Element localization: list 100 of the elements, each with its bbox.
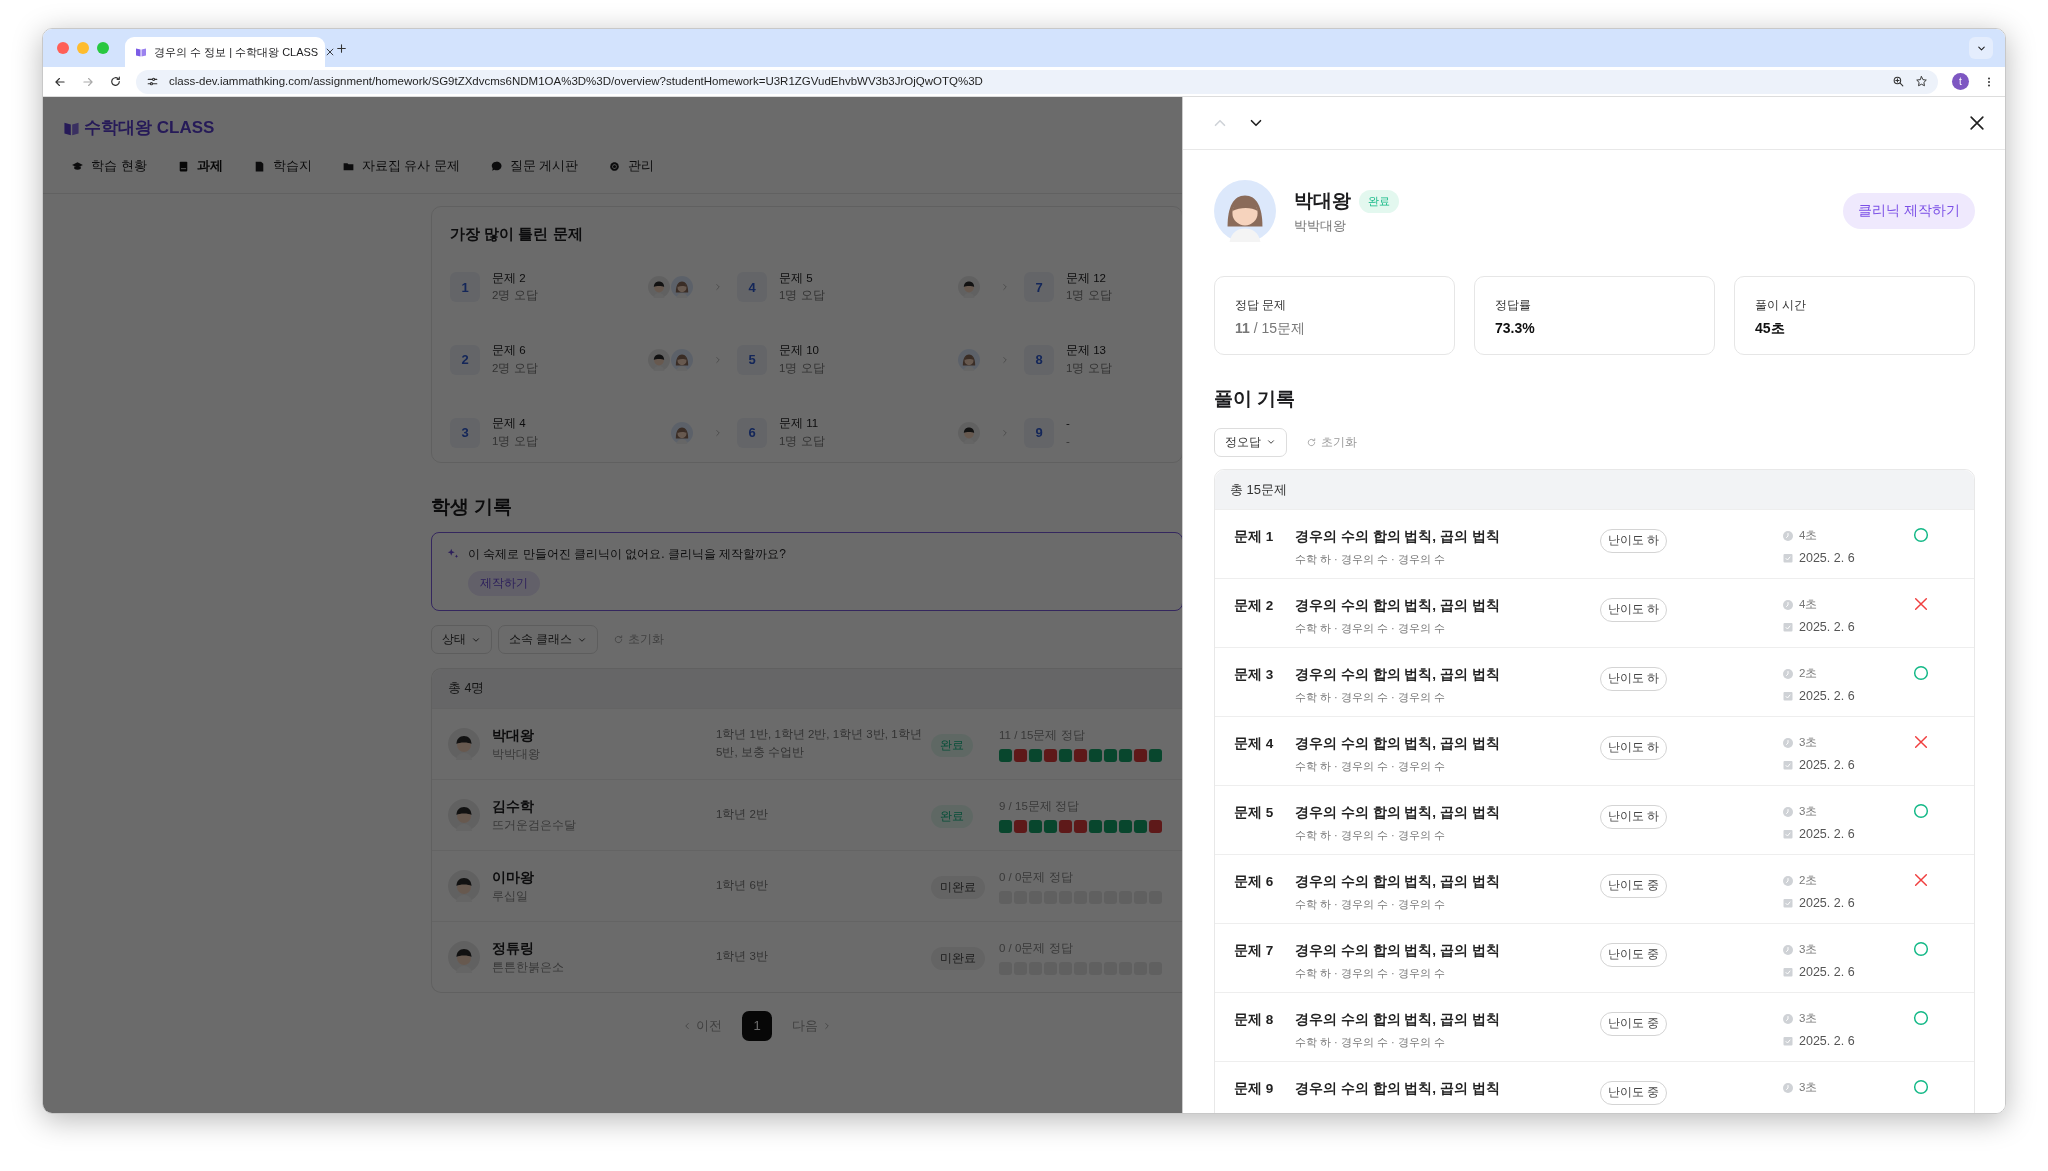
problem-title: 경우의 수의 합의 법칙, 곱의 법칙 <box>1295 873 1501 892</box>
calendar-icon <box>1782 896 1794 909</box>
nav-icon <box>71 159 84 173</box>
section-title: 학생 기록 <box>431 495 514 520</box>
problem-path: 수학 하 · 경우의 수 · 경우의 수 <box>1295 1034 1446 1050</box>
problem-number: 문제 2 <box>1234 597 1275 616</box>
clock-icon <box>1782 874 1794 887</box>
problem-number: 문제 9 <box>1234 1080 1275 1099</box>
problem-label: 문제 13 <box>1066 343 1107 359</box>
reset-button[interactable]: 초기화 <box>1305 432 1358 452</box>
create-button[interactable]: 제작하기 <box>468 570 540 597</box>
rank-number: 1 <box>450 272 480 303</box>
close-icon[interactable] <box>325 47 336 57</box>
stat-label: 정답률 <box>1495 298 1532 313</box>
problem-title: 경우의 수의 합의 법칙, 곱의 법칙 <box>1295 735 1501 754</box>
zoom-icon[interactable] <box>1892 75 1905 88</box>
status-badge: 미완료 <box>931 946 985 970</box>
solve-time: 2초 <box>1799 666 1818 682</box>
nav-tab[interactable]: 학습 현황 <box>71 156 147 176</box>
close-icon[interactable] <box>1967 113 1987 133</box>
clock-icon <box>1782 736 1794 749</box>
solve-date: 2025. 2. 6 <box>1799 1032 1855 1050</box>
nav-tab[interactable]: 자료집 유사 문제 <box>341 156 460 176</box>
solve-date: 2025. 2. 6 <box>1799 687 1855 705</box>
problem-title: 경우의 수의 합의 법칙, 곱의 법칙 <box>1295 1080 1501 1099</box>
stat-label: 정답 문제 <box>1235 298 1288 313</box>
star-icon[interactable] <box>1915 75 1928 88</box>
problem-path: 수학 하 · 경우의 수 · 경우의 수 <box>1295 827 1446 843</box>
solve-date: 2025. 2. 6 <box>1799 963 1855 981</box>
solve-date: 2025. 2. 6 <box>1799 756 1855 774</box>
clock-icon <box>1782 943 1794 956</box>
problem-label: 문제 2 <box>492 270 527 286</box>
clock-icon <box>1782 598 1794 611</box>
create-clinic-button[interactable]: 클리닉 제작하기 <box>1843 192 1975 230</box>
section-title: 가장 많이 틀린 문제 <box>450 224 584 244</box>
table-header: 총 4명 <box>432 669 1182 709</box>
refresh-icon <box>613 634 625 646</box>
problem-path: 수학 하 · 경우의 수 · 경우의 수 <box>1295 620 1446 636</box>
window-control-icon[interactable] <box>97 42 109 54</box>
clock-icon <box>1782 1081 1794 1094</box>
filter-dropdown[interactable]: 정오답 <box>1214 427 1287 457</box>
status-badge: 완료 <box>931 733 973 757</box>
problem-path: 수학 하 · 경우의 수 · 경우의 수 <box>1295 965 1446 981</box>
page-button[interactable]: 1 <box>742 1011 772 1042</box>
problem-path: 수학 하 · 경우의 수 · 경우의 수 <box>1295 689 1446 705</box>
avatar-icon <box>958 276 980 299</box>
filter-dropdown[interactable]: 소속 클래스 <box>498 625 599 655</box>
student-nickname: 박박대왕 <box>1294 216 1347 235</box>
avatar-icon <box>958 348 980 371</box>
filter-dropdown[interactable]: 상태 <box>431 625 492 655</box>
sparkle-icon <box>446 546 460 561</box>
clock-icon <box>1782 667 1794 680</box>
problem-label: 문제 4 <box>492 415 527 431</box>
avatar-icon <box>448 941 480 974</box>
plus-icon[interactable] <box>335 41 348 55</box>
problem-number: 문제 8 <box>1234 1011 1275 1030</box>
problem-title: 경우의 수의 합의 법칙, 곱의 법칙 <box>1295 528 1501 547</box>
tab-title: 경우의 수 정보 | 수학대왕 CLASS <box>154 44 319 60</box>
problem-label: 문제 6 <box>492 343 527 359</box>
clock-icon <box>1782 529 1794 542</box>
calendar-icon <box>1782 965 1794 978</box>
nav-tab[interactable]: 학습지 <box>252 156 312 176</box>
problem-path: 수학 하 · 경우의 수 · 경우의 수 <box>1295 896 1446 912</box>
rank-number: 6 <box>737 417 767 448</box>
avatar-icon <box>958 421 980 444</box>
avatar-icon <box>448 728 480 761</box>
rank-number: 9 <box>1024 417 1054 448</box>
avatar-icon <box>448 799 480 832</box>
window-control-icon[interactable] <box>57 42 69 54</box>
address-bar[interactable]: class-dev.iammathking.com/assignment/homework/SG9tZXdvcms6NDM1OA%3D%3D/overview?studentHomework=U3R1ZGVudEhvbWV3b3JrOjQwOTQ%3D <box>136 69 1938 94</box>
nav-tab[interactable]: 과제 <box>176 156 223 176</box>
calendar-icon <box>1782 1034 1794 1047</box>
student-name: 김수학 <box>492 797 535 816</box>
rank-number: 7 <box>1024 272 1054 303</box>
solve-date: 2025. 2. 6 <box>1799 894 1855 912</box>
problem-number: 문제 6 <box>1234 873 1275 892</box>
avatar-icon <box>671 421 693 444</box>
solve-time: 4초 <box>1799 528 1818 544</box>
stat-value: 73.3% <box>1495 319 1536 339</box>
refresh-icon <box>1306 436 1317 448</box>
tab-list-button[interactable] <box>1969 37 1993 59</box>
problem-number: 문제 4 <box>1234 735 1275 754</box>
problem-path: 수학 하 · 경우의 수 · 경우의 수 <box>1295 758 1446 774</box>
status-badge: 완료 <box>931 804 973 828</box>
profile-avatar[interactable]: t <box>1952 73 1969 90</box>
solve-time: 3초 <box>1799 1011 1818 1027</box>
app-logo: 수학대왕 CLASS <box>84 117 215 140</box>
class-list: 1학년 3반 <box>716 948 931 967</box>
calendar-icon <box>1782 551 1794 564</box>
nav-tab[interactable]: 질문 게시판 <box>489 156 579 176</box>
settings-icon[interactable] <box>146 75 159 88</box>
student-name: 박대왕 <box>1294 189 1351 213</box>
reload-icon[interactable] <box>109 75 122 88</box>
problem-number: 문제 5 <box>1234 804 1275 823</box>
nav-icon <box>489 159 503 173</box>
problem-label: 문제 10 <box>779 343 820 359</box>
calendar-icon <box>1782 758 1794 771</box>
nav-tab[interactable]: 관리 <box>608 156 655 176</box>
problem-path: 수학 하 · 경우의 수 · 경우의 수 <box>1295 551 1446 567</box>
status-badge: 미완료 <box>931 875 985 899</box>
